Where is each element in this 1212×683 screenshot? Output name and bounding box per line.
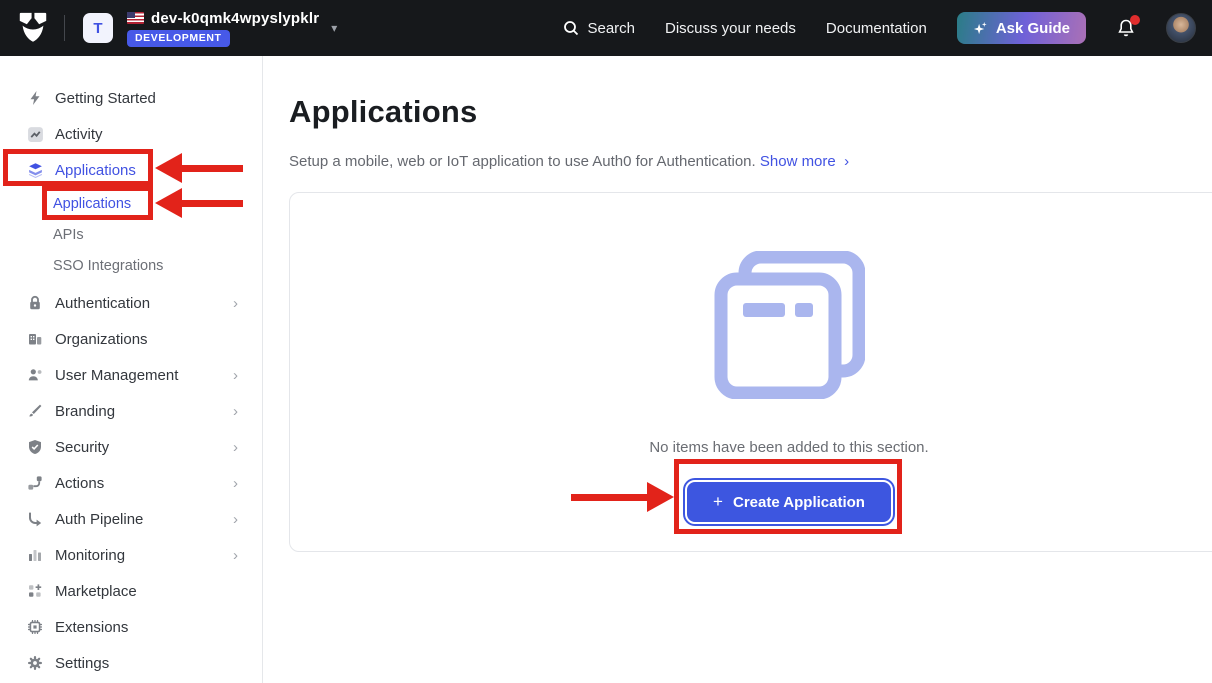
chevron-right-icon: ›: [233, 511, 238, 528]
sidebar-item-security[interactable]: Security ›: [0, 429, 262, 465]
us-flag-icon: [127, 12, 144, 24]
documentation-label: Documentation: [826, 20, 927, 37]
sidebar-subitem-apis[interactable]: APIs: [0, 219, 262, 250]
lock-icon: [26, 294, 44, 312]
auth0-logo-icon[interactable]: [16, 10, 50, 46]
sidebar-item-marketplace[interactable]: Marketplace: [0, 573, 262, 609]
sidebar-item-label: Security: [55, 439, 109, 456]
gear-icon: [26, 654, 44, 672]
chevron-down-icon[interactable]: ▾: [331, 21, 337, 35]
sidebar-item-authentication[interactable]: Authentication ›: [0, 285, 262, 321]
empty-state-message: No items have been added to this section…: [649, 439, 928, 456]
sidebar-item-label: User Management: [55, 367, 178, 384]
subtitle-text: Setup a mobile, web or IoT application t…: [289, 153, 756, 170]
search-icon: [563, 20, 579, 36]
sidebar-item-branding[interactable]: Branding ›: [0, 393, 262, 429]
chevron-right-icon: ›: [233, 403, 238, 420]
environment-badge: DEVELOPMENT: [127, 30, 230, 47]
shield-check-icon: [26, 438, 44, 456]
sidebar-subitem-applications[interactable]: Applications: [0, 188, 262, 219]
sidebar-item-applications[interactable]: Applications: [0, 152, 262, 188]
create-application-button[interactable]: + Create Application: [685, 480, 893, 524]
notification-dot: [1130, 15, 1140, 25]
top-bar: T dev-k0qmk4wpyslypklr DEVELOPMENT ▾ Sea…: [0, 0, 1212, 56]
show-more-link[interactable]: Show more ›: [760, 153, 849, 170]
sidebar-item-label: Applications: [53, 196, 131, 212]
sidebar-item-label: SSO Integrations: [53, 258, 163, 274]
layers-icon: [26, 161, 44, 179]
sparkle-icon: [973, 21, 988, 36]
main-content: Applications Setup a mobile, web or IoT …: [264, 56, 1212, 683]
user-avatar[interactable]: [1166, 13, 1196, 43]
ask-guide-button[interactable]: Ask Guide: [957, 12, 1086, 44]
brush-icon: [26, 402, 44, 420]
sidebar-item-label: Getting Started: [55, 90, 156, 107]
sidebar-item-label: Actions: [55, 475, 104, 492]
search-label: Search: [587, 20, 635, 37]
tenant-name: dev-k0qmk4wpyslypklr: [151, 10, 319, 27]
tenant-switcher[interactable]: dev-k0qmk4wpyslypklr DEVELOPMENT: [127, 10, 319, 47]
sidebar-subitem-sso-integrations[interactable]: SSO Integrations: [0, 250, 262, 281]
divider: [64, 15, 65, 41]
plus-icon: +: [713, 492, 723, 512]
applications-empty-state-card: No items have been added to this section…: [289, 192, 1212, 552]
applications-empty-icon: [713, 251, 865, 399]
chevron-right-icon: ›: [233, 439, 238, 456]
sidebar-item-label: Settings: [55, 655, 109, 672]
sidebar-item-auth-pipeline[interactable]: Auth Pipeline ›: [0, 501, 262, 537]
sidebar-item-label: Organizations: [55, 331, 148, 348]
sidebar-item-label: Branding: [55, 403, 115, 420]
notifications-button[interactable]: [1116, 18, 1136, 38]
sidebar-item-getting-started[interactable]: Getting Started: [0, 80, 262, 116]
chevron-right-icon: ›: [233, 547, 238, 564]
building-icon: [26, 330, 44, 348]
chevron-right-icon: ›: [233, 367, 238, 384]
bolt-icon: [26, 89, 44, 107]
sidebar-item-label: Extensions: [55, 619, 128, 636]
chevron-right-icon: ›: [233, 475, 238, 492]
bar-chart-icon: [26, 546, 44, 564]
discuss-your-needs-link[interactable]: Discuss your needs: [665, 20, 796, 37]
auth0-dashboard: T dev-k0qmk4wpyslypklr DEVELOPMENT ▾ Sea…: [0, 0, 1212, 683]
discuss-label: Discuss your needs: [665, 20, 796, 37]
page-title: Applications: [289, 94, 477, 130]
sidebar-item-label: Activity: [55, 126, 103, 143]
chevron-right-icon: ›: [844, 153, 849, 170]
sidebar-item-label: Marketplace: [55, 583, 137, 600]
user-gear-icon: [26, 366, 44, 384]
sidebar-item-extensions[interactable]: Extensions: [0, 609, 262, 645]
sidebar-item-label: Applications: [55, 162, 136, 179]
tenant-initial-tile[interactable]: T: [83, 13, 113, 43]
sidebar-item-label: Auth Pipeline: [55, 511, 143, 528]
grid-plus-icon: [26, 582, 44, 600]
activity-icon: [26, 125, 44, 143]
chevron-right-icon: ›: [233, 295, 238, 312]
sidebar-item-activity[interactable]: Activity: [0, 116, 262, 152]
sidebar-item-label: Monitoring: [55, 547, 125, 564]
pipeline-icon: [26, 510, 44, 528]
chip-icon: [26, 618, 44, 636]
ask-guide-label: Ask Guide: [996, 20, 1070, 37]
sidebar-item-actions[interactable]: Actions ›: [0, 465, 262, 501]
sidebar-item-settings[interactable]: Settings: [0, 645, 262, 681]
connector-icon: [26, 474, 44, 492]
create-application-label: Create Application: [733, 494, 865, 511]
sidebar-item-organizations[interactable]: Organizations: [0, 321, 262, 357]
documentation-link[interactable]: Documentation: [826, 20, 927, 37]
sidebar-nav: Getting Started Activity Applications Appli…: [0, 56, 263, 683]
search-button[interactable]: Search: [563, 20, 635, 37]
sidebar-item-monitoring[interactable]: Monitoring ›: [0, 537, 262, 573]
sidebar-item-label: Authentication: [55, 295, 150, 312]
sidebar-item-label: APIs: [53, 227, 84, 243]
sidebar-item-user-management[interactable]: User Management ›: [0, 357, 262, 393]
page-subtitle: Setup a mobile, web or IoT application t…: [289, 153, 849, 170]
